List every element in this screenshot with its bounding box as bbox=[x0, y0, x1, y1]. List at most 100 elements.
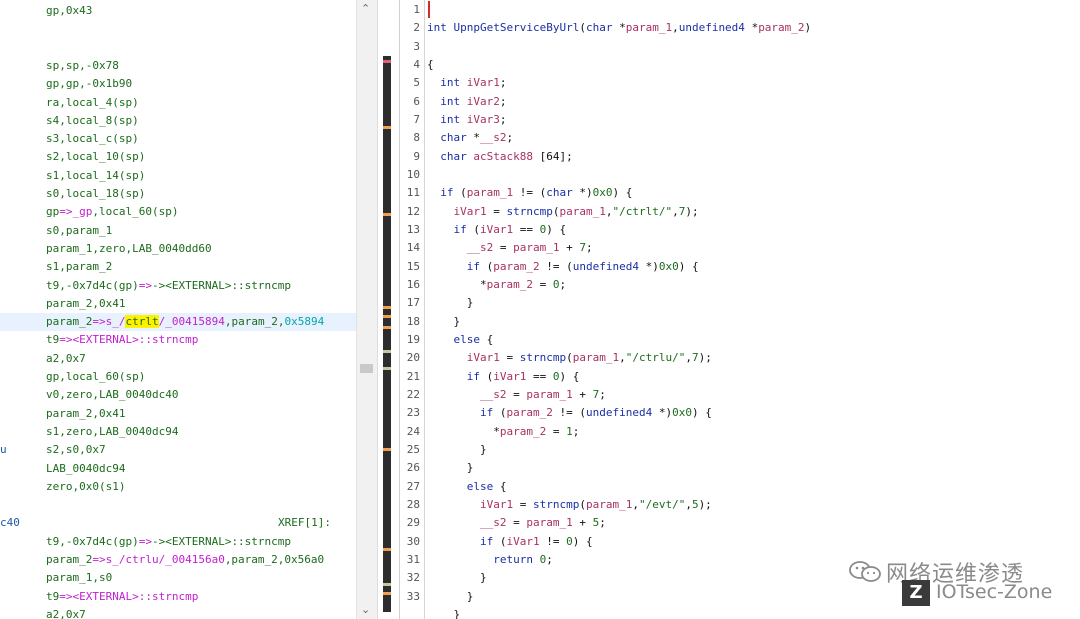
scrollbar-thumb[interactable] bbox=[360, 364, 373, 373]
code-token: "/ctrlt/" bbox=[612, 204, 673, 218]
operands: a2,0x7 bbox=[46, 350, 86, 368]
code-line[interactable]: if (param_2 != (undefined4 *)0x0) { bbox=[427, 404, 712, 422]
code-line[interactable]: *param_2 = 0; bbox=[427, 276, 566, 294]
code-line[interactable]: } bbox=[427, 459, 474, 477]
code-line[interactable]: __s2 = param_1 + 7; bbox=[427, 239, 593, 257]
code-token: strncmp bbox=[532, 497, 580, 511]
listing-row[interactable]: param_2,0x41 bbox=[0, 295, 356, 313]
listing-row[interactable]: gp,local_60(sp) bbox=[0, 368, 356, 386]
code-line[interactable]: else { bbox=[427, 478, 507, 496]
code-line[interactable]: int iVar3; bbox=[427, 111, 506, 129]
minimap-marker[interactable] bbox=[383, 126, 391, 129]
minimap-marker[interactable] bbox=[383, 213, 391, 216]
listing-row[interactable]: ra,local_4(sp) bbox=[0, 94, 356, 112]
xref-label[interactable]: XREF[1]: bbox=[278, 514, 331, 532]
minimap-marker[interactable] bbox=[383, 592, 391, 595]
listing-row[interactable]: param_1,s0 bbox=[0, 569, 356, 587]
code-line[interactable]: int iVar1; bbox=[427, 74, 506, 92]
listing-row[interactable]: t9,-0x7d4c(gp)=>-><EXTERNAL>::strncmp bbox=[0, 533, 356, 551]
overview-minimap[interactable] bbox=[377, 0, 399, 619]
code-line[interactable]: if (param_2 != (undefined4 *)0x0) { bbox=[427, 258, 699, 276]
code-token: iVar2 bbox=[466, 94, 500, 108]
operands: param_2=>s_/ctrlu/_004156a0,param_2,0x56… bbox=[46, 551, 324, 569]
code-token: != ( bbox=[539, 259, 573, 273]
minimap-marker[interactable] bbox=[383, 350, 391, 353]
listing-row[interactable]: t9=><EXTERNAL>::strncmp bbox=[0, 588, 356, 606]
code-token: ; bbox=[546, 552, 553, 566]
listing-row[interactable]: s1,param_2 bbox=[0, 258, 356, 276]
listing-row[interactable]: a2,0x7 bbox=[0, 350, 356, 368]
code-line[interactable]: } bbox=[427, 606, 460, 619]
token: param_2 bbox=[46, 553, 93, 566]
minimap-marker[interactable] bbox=[383, 367, 391, 370]
code-line[interactable]: if (iVar1 != 0) { bbox=[427, 533, 593, 551]
listing-row[interactable]: zero,0x0(s1) bbox=[0, 478, 356, 496]
code-line[interactable]: } bbox=[427, 313, 460, 331]
code-line[interactable]: char *__s2; bbox=[427, 129, 513, 147]
code-line[interactable]: char acStack88 [64]; bbox=[427, 148, 572, 166]
listing-row[interactable]: gp,0x43 bbox=[0, 2, 356, 20]
code-line[interactable]: iVar1 = strncmp(param_1,"/evt/",5); bbox=[427, 496, 712, 514]
listing-row[interactable]: s1,zero,LAB_0040dc94 bbox=[0, 423, 356, 441]
code-line[interactable]: iVar1 = strncmp(param_1,"/ctrlu/",7); bbox=[427, 349, 712, 367]
minimap-marker[interactable] bbox=[383, 60, 391, 63]
code-line[interactable]: return 0; bbox=[427, 551, 553, 569]
code-line[interactable]: *param_2 = 1; bbox=[427, 423, 579, 441]
listing-row[interactable]: u s2,s0,0x7 bbox=[0, 441, 356, 459]
code-line[interactable]: if (iVar1 == 0) { bbox=[427, 221, 567, 239]
listing-row[interactable] bbox=[0, 496, 356, 514]
listing-row[interactable]: s3,local_c(sp) bbox=[0, 130, 356, 148]
listing-row[interactable] bbox=[0, 39, 356, 57]
minimap-marker[interactable] bbox=[383, 548, 391, 551]
code-line[interactable]: } bbox=[427, 441, 487, 459]
code-line[interactable]: if (param_1 != (char *)0x0) { bbox=[427, 184, 632, 202]
line-number: 21 bbox=[406, 369, 420, 383]
code-line[interactable]: } bbox=[427, 294, 474, 312]
listing-row[interactable]: gp,gp,-0x1b90 bbox=[0, 75, 356, 93]
code-line[interactable]: } bbox=[427, 569, 487, 587]
scroll-down-icon[interactable]: ⌄ bbox=[361, 603, 370, 616]
line-number: 11 bbox=[406, 186, 420, 200]
listing-row-selected[interactable]: param_2=>s_/ctrlt/_00415894,param_2,0x58… bbox=[0, 313, 356, 332]
listing-row[interactable]: LAB_0040dc94 bbox=[0, 460, 356, 478]
listing-row[interactable]: s1,local_14(sp) bbox=[0, 167, 356, 185]
listing-row[interactable]: s0,local_18(sp) bbox=[0, 185, 356, 203]
token: -><EXTERNAL>::strncmp bbox=[151, 278, 292, 292]
listing-row[interactable]: s2,local_10(sp) bbox=[0, 148, 356, 166]
code-token: else bbox=[453, 332, 487, 346]
listing-row[interactable]: s0,param_1 bbox=[0, 222, 356, 240]
listing-row[interactable]: sp,sp,-0x78 bbox=[0, 57, 356, 75]
listing-row[interactable]: a2,0x7 bbox=[0, 606, 356, 619]
listing-row[interactable]: param_2=>s_/ctrlu/_004156a0,param_2,0x56… bbox=[0, 551, 356, 569]
minimap-marker[interactable] bbox=[383, 326, 391, 329]
code-line[interactable]: int iVar2; bbox=[427, 93, 506, 111]
code-line[interactable]: if (iVar1 == 0) { bbox=[427, 368, 580, 386]
code-line[interactable]: { bbox=[427, 56, 434, 74]
decompiler-view: 1 2 3 4 5 6 7 8 9 10 11 12 13 14 15 16 17 18 19 20 21 22 23 24 2… bbox=[399, 0, 1080, 619]
code-line[interactable]: int UpnpGetServiceByUrl(char *param_1,un… bbox=[427, 19, 811, 37]
minimap-marker[interactable] bbox=[383, 306, 391, 309]
minimap-marker[interactable] bbox=[383, 315, 391, 318]
code-line[interactable]: __s2 = param_1 + 5; bbox=[427, 514, 606, 532]
listing-row[interactable]: t9=><EXTERNAL>::strncmp bbox=[0, 331, 356, 349]
code-line[interactable]: else { bbox=[427, 331, 494, 349]
minimap-marker[interactable] bbox=[383, 448, 391, 451]
minimap-marker[interactable] bbox=[383, 583, 391, 586]
listing-row[interactable]: s4,local_8(sp) bbox=[0, 112, 356, 130]
minimap-track[interactable] bbox=[383, 56, 391, 612]
listing-row[interactable]: c40 XREF[1]: bbox=[0, 514, 356, 532]
code-line[interactable]: } bbox=[427, 588, 474, 606]
listing-row[interactable]: gp=>_gp,local_60(sp) bbox=[0, 203, 356, 221]
listing-row[interactable] bbox=[0, 20, 356, 38]
listing-scrollbar[interactable]: ⌃ ⌄ bbox=[356, 0, 377, 619]
listing-row[interactable]: t9,-0x7d4c(gp)=>-><EXTERNAL>::strncmp bbox=[0, 277, 356, 295]
address-prefix: u bbox=[0, 443, 7, 457]
code-line[interactable]: __s2 = param_1 + 7; bbox=[427, 386, 606, 404]
scroll-up-icon[interactable]: ⌃ bbox=[361, 2, 370, 15]
code-line[interactable]: iVar1 = strncmp(param_1,"/ctrlt/",7); bbox=[427, 203, 699, 221]
brand-name: IOTsec-Zone bbox=[936, 581, 1053, 603]
listing-row[interactable]: param_2,0x41 bbox=[0, 405, 356, 423]
listing-row[interactable]: v0,zero,LAB_0040dc40 bbox=[0, 386, 356, 404]
listing-row[interactable]: param_1,zero,LAB_0040dd60 bbox=[0, 240, 356, 258]
